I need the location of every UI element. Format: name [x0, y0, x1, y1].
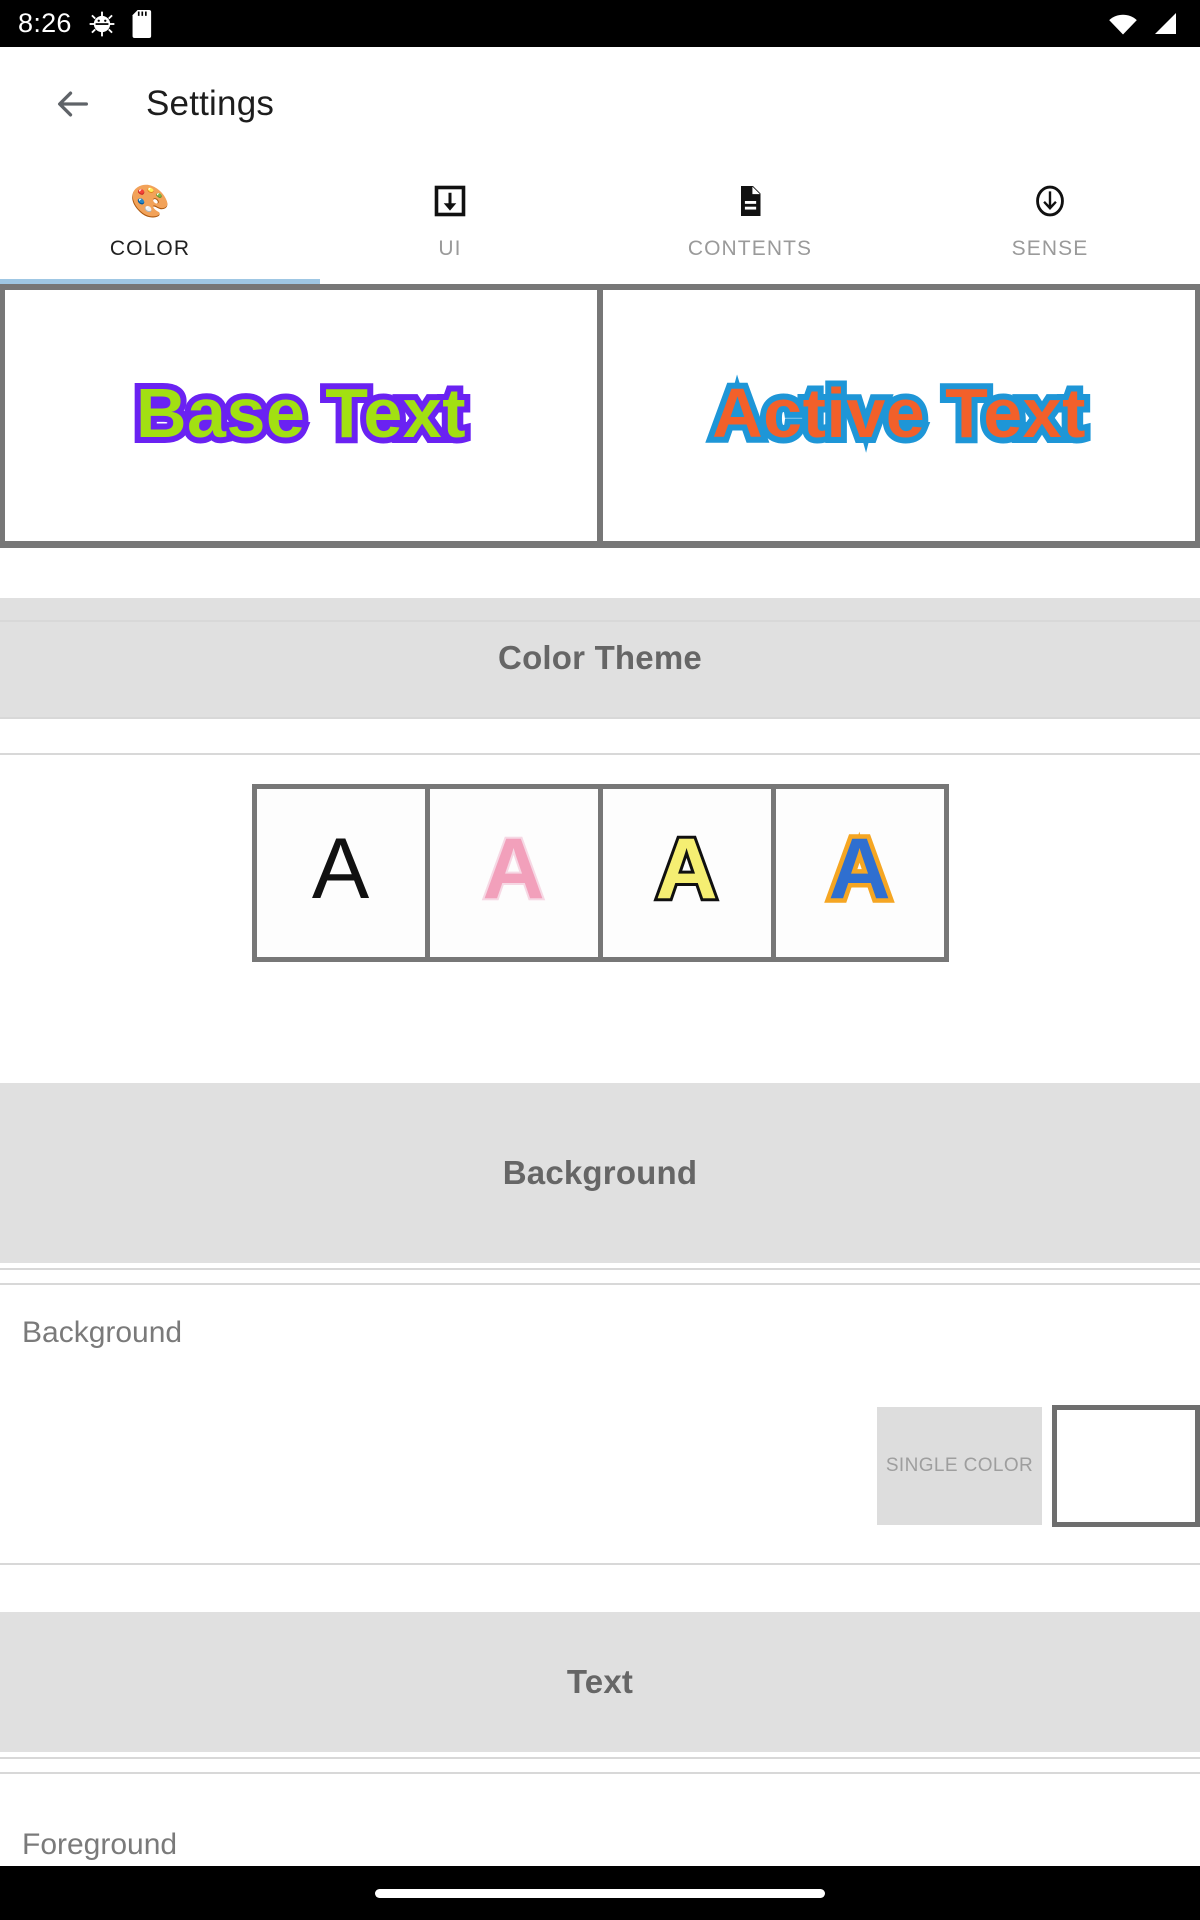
- row-foreground-label: Foreground: [22, 1828, 178, 1861]
- document-icon: [732, 181, 768, 221]
- section-title: Text: [566, 1663, 634, 1700]
- back-button[interactable]: [42, 73, 104, 135]
- tab-color-label: COLOR: [109, 237, 191, 260]
- page-title: Settings: [146, 83, 275, 123]
- status-bar: 8:26: [0, 0, 1200, 47]
- app-screen: 8:26 Settings 🎨 COLOR UI CONTENTS SENSE …: [0, 0, 1200, 1920]
- system-nav-bar: [0, 1866, 1200, 1920]
- section-header-text: Text: [0, 1612, 1200, 1752]
- active-text-preview[interactable]: Active Text: [603, 290, 1195, 541]
- active-text-preview-label: Active Text: [706, 372, 1091, 454]
- tab-ui[interactable]: UI: [300, 160, 600, 282]
- row-background[interactable]: Background SINGLE COLOR: [0, 1290, 1200, 1560]
- theme-swatch-3[interactable]: A: [775, 788, 944, 957]
- tab-color[interactable]: 🎨 COLOR: [0, 160, 300, 282]
- tab-contents-label: CONTENTS: [687, 237, 813, 260]
- tab-ui-label: UI: [438, 237, 462, 260]
- divider: [0, 1772, 1200, 1774]
- divider: [0, 1563, 1200, 1565]
- divider: [0, 1283, 1200, 1285]
- divider: [0, 753, 1200, 755]
- theme-swatch-1[interactable]: A: [429, 788, 598, 957]
- android-gear-icon: [88, 10, 116, 38]
- tab-sense[interactable]: SENSE: [900, 160, 1200, 282]
- app-bar: Settings: [0, 47, 1200, 160]
- download-box-icon: [432, 181, 468, 221]
- background-color-swatch[interactable]: [1052, 1405, 1200, 1527]
- circle-down-arrow-icon: [1032, 181, 1068, 221]
- sd-card-icon: [132, 9, 156, 38]
- preview-row: Base Text Active Text: [0, 284, 1200, 548]
- tab-sense-label: SENSE: [1011, 237, 1089, 260]
- row-background-label: Background: [22, 1316, 183, 1349]
- color-theme-swatch-strip: A A A A: [251, 783, 949, 962]
- status-left-icons: [88, 9, 156, 38]
- theme-swatch-2[interactable]: A: [602, 788, 771, 957]
- section-title: Background: [502, 1154, 698, 1191]
- tab-contents[interactable]: CONTENTS: [600, 160, 900, 282]
- status-clock: 8:26: [18, 8, 72, 38]
- section-header-color-theme: Color Theme: [0, 598, 1200, 717]
- divider: [0, 717, 1200, 719]
- cellular-signal-icon: [1152, 12, 1178, 36]
- section-header-background: Background: [0, 1083, 1200, 1263]
- color-theme-row: A A A A: [0, 783, 1200, 962]
- settings-tab-bar: 🎨 COLOR UI CONTENTS SENSE: [0, 160, 1200, 282]
- single-color-mode-chip[interactable]: SINGLE COLOR: [877, 1407, 1042, 1525]
- wifi-icon: [1108, 12, 1138, 36]
- divider: [0, 1757, 1200, 1759]
- home-indicator[interactable]: [375, 1888, 825, 1898]
- palette-icon: 🎨: [130, 183, 170, 219]
- row-background-controls: SINGLE COLOR: [877, 1290, 1200, 1527]
- section-title: Color Theme: [498, 638, 702, 676]
- status-right-icons: [1108, 12, 1178, 36]
- base-text-preview[interactable]: Base Text: [5, 290, 597, 541]
- theme-swatch-0[interactable]: A: [256, 788, 425, 957]
- arrow-left-icon: [53, 84, 93, 124]
- divider: [0, 1268, 1200, 1270]
- base-text-preview-label: Base Text: [130, 372, 472, 454]
